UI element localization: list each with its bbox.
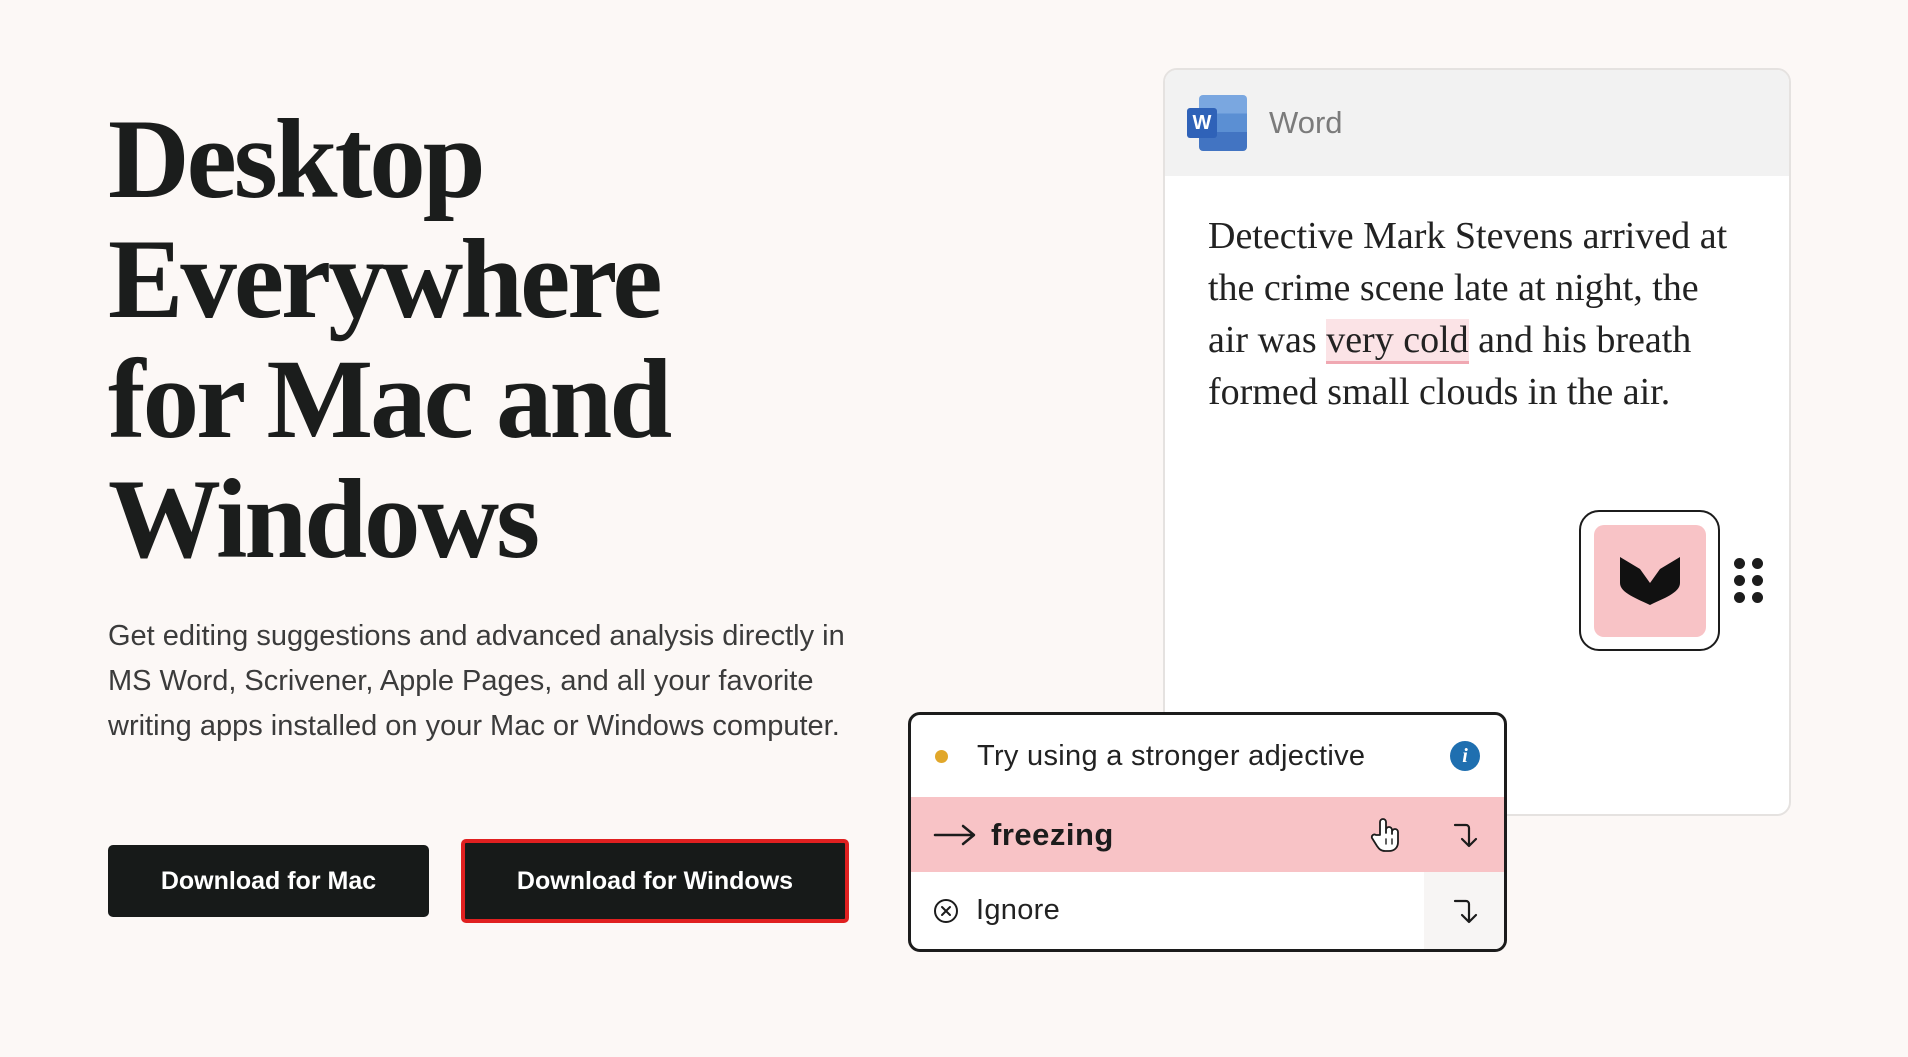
ignore-label: Ignore [976, 894, 1061, 926]
suggestion-dot-icon [935, 749, 948, 763]
prowritingaid-logo-icon [1593, 524, 1706, 637]
hero-title: Desktop Everywhere for Mac and Windows [108, 100, 868, 580]
suggestion-header-row: Try using a stronger adjective i [911, 715, 1504, 797]
download-windows-button[interactable]: Download for Windows [461, 839, 849, 923]
replacement-word: freezing [991, 816, 1114, 852]
hand-pointer-icon [1370, 817, 1399, 852]
apply-arrow-icon[interactable] [1452, 896, 1480, 926]
close-circle-icon [934, 898, 958, 923]
info-icon[interactable]: i [1450, 741, 1480, 771]
word-app-icon-letter: W [1187, 108, 1217, 138]
word-card-header: W Word [1165, 70, 1789, 176]
ignore-option[interactable]: Ignore [911, 872, 1504, 949]
document-text: Detective Mark Stevens arrived at the cr… [1208, 210, 1748, 418]
suggestion-popup: Try using a stronger adjective i freezin… [908, 712, 1507, 952]
suggestion-text: Try using a stronger adjective [977, 739, 1366, 772]
download-mac-button[interactable]: Download for Mac [108, 845, 429, 917]
word-app-name: Word [1269, 105, 1343, 140]
hero-title-line-4: Windows [108, 457, 540, 582]
highlighted-phrase[interactable]: very cold [1326, 319, 1469, 364]
replacement-option[interactable]: freezing [911, 797, 1504, 872]
hero-title-line-2: Everywhere [108, 217, 663, 342]
apply-arrow-icon[interactable] [1452, 820, 1480, 850]
prowritingaid-logo-button[interactable] [1579, 510, 1720, 651]
word-app-icon: W [1187, 95, 1247, 151]
drag-handle-icon[interactable] [1734, 558, 1764, 604]
word-preview-card: W Word Detective Mark Stevens arrived at… [1163, 68, 1791, 816]
hero-description: Get editing suggestions and advanced ana… [108, 620, 845, 742]
hero-title-line-1: Desktop [108, 97, 486, 222]
hero-title-line-3: for Mac and [108, 337, 672, 462]
arrow-right-icon [933, 824, 976, 845]
